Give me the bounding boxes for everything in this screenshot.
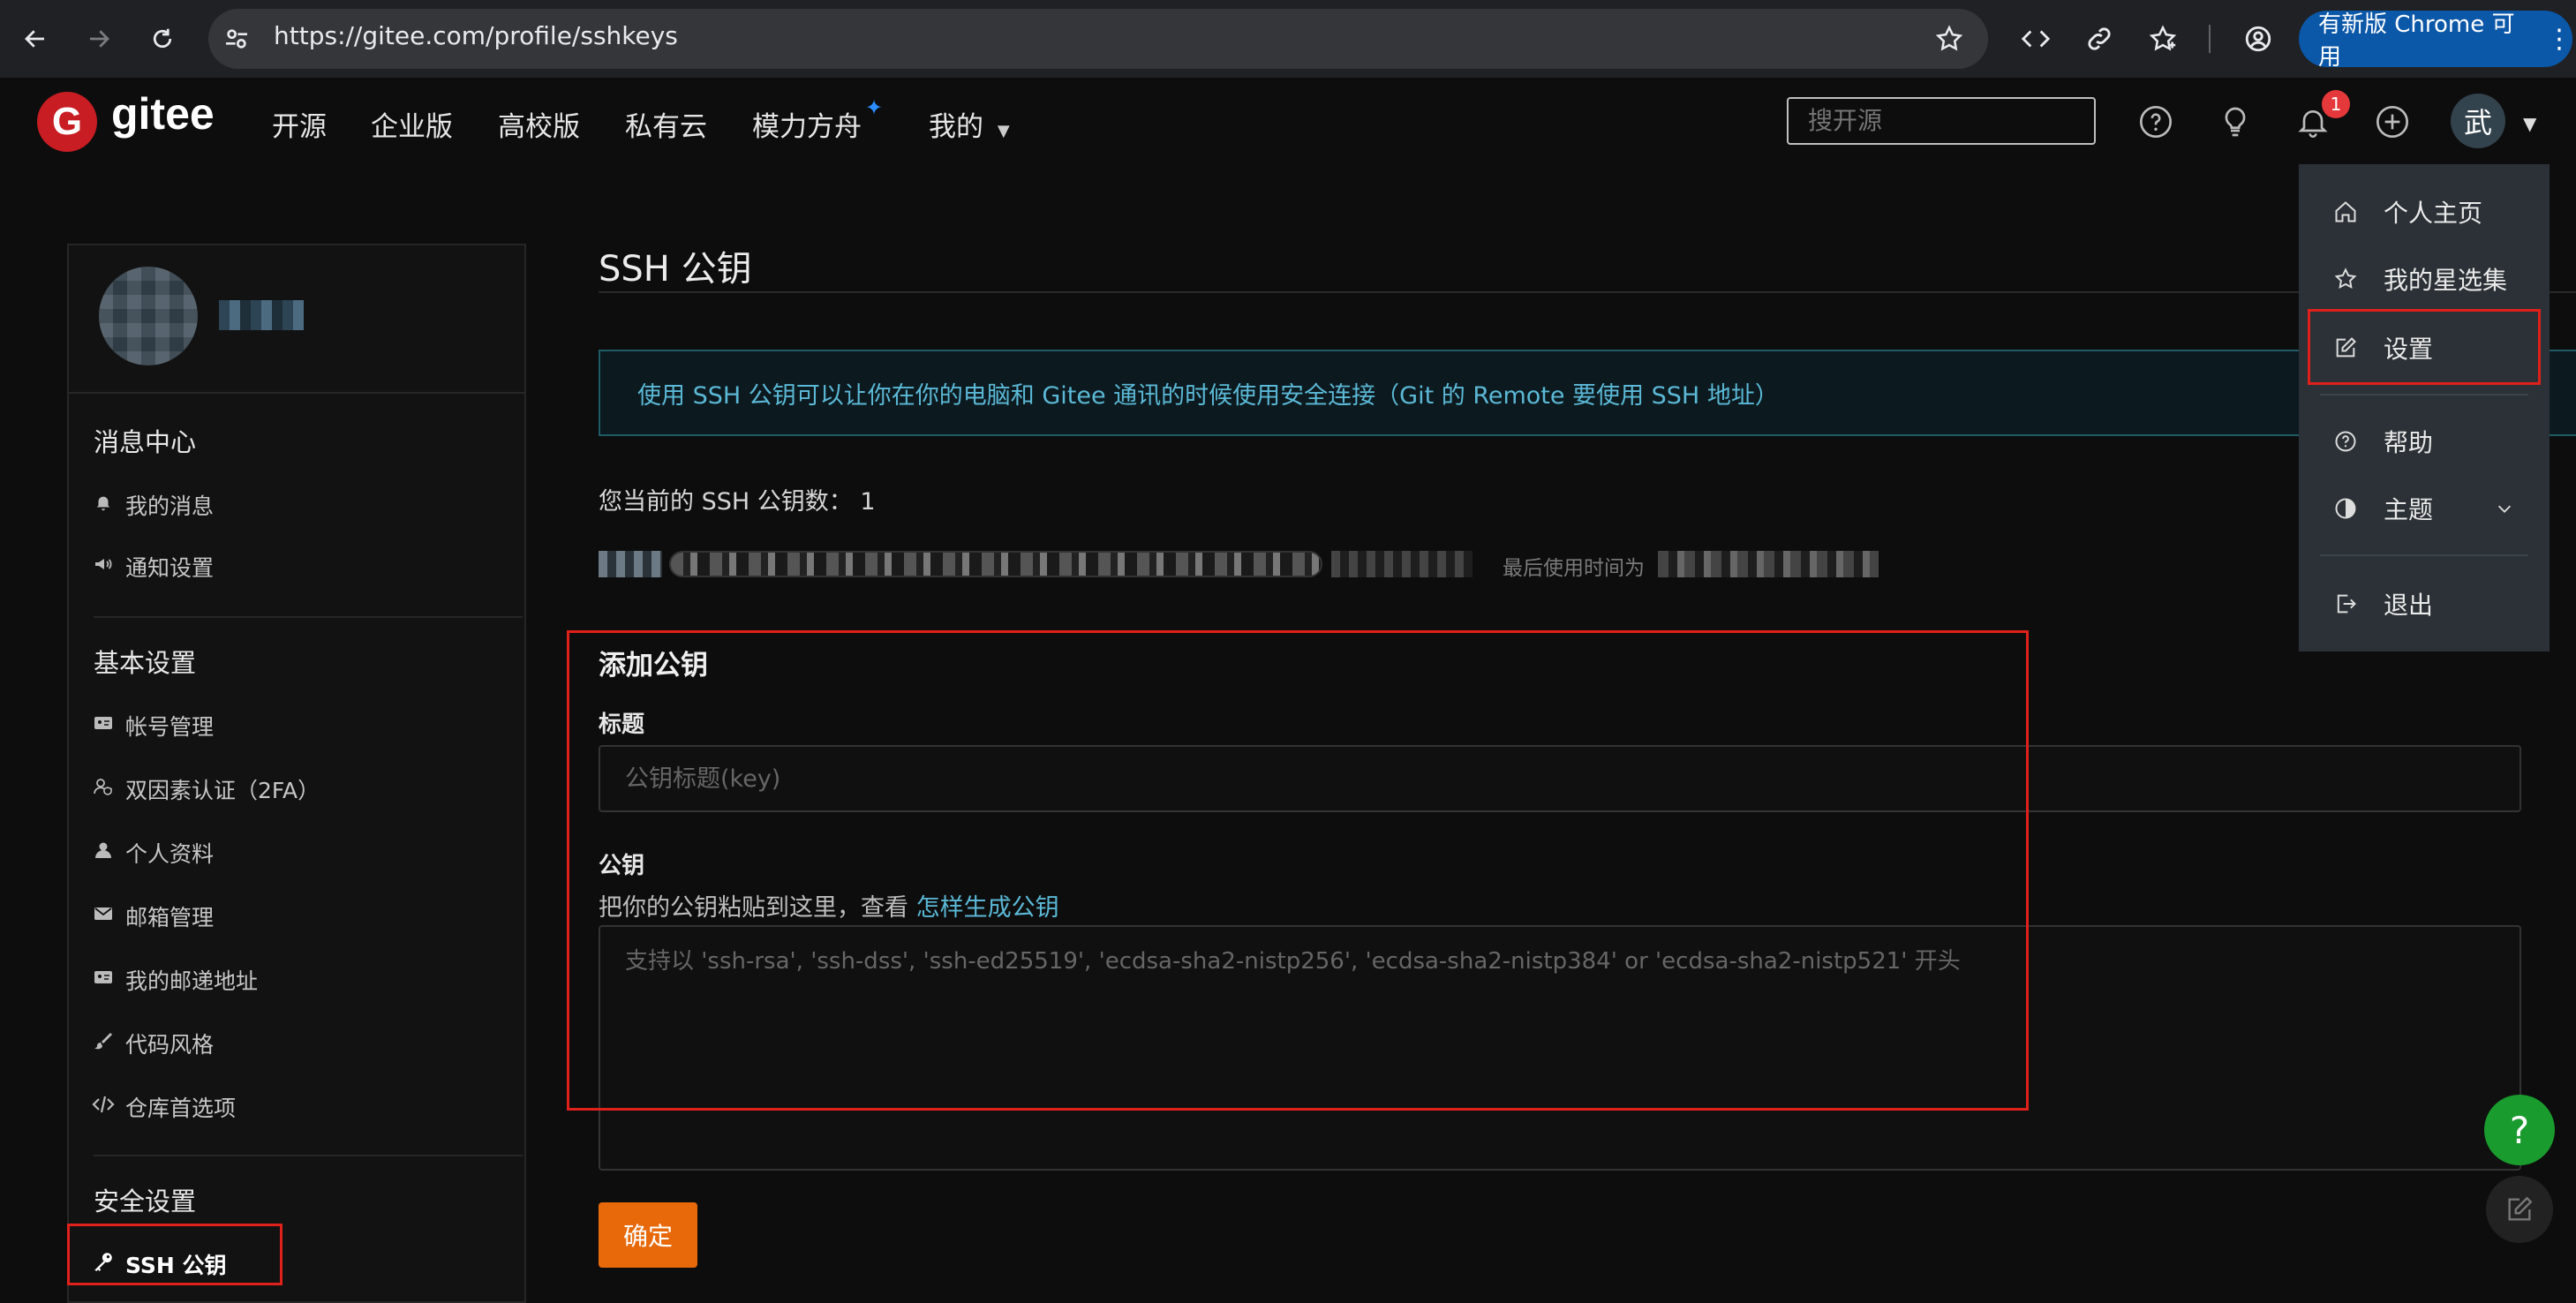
menu-item-stars[interactable]: 我的星选集 [2299, 251, 2550, 307]
chrome-update-label: 有新版 Chrome 可用 [2318, 11, 2515, 71]
envelope-icon [92, 902, 115, 925]
star-icon [2332, 266, 2359, 292]
site-settings-icon[interactable] [222, 25, 251, 53]
menu-divider [2320, 394, 2528, 395]
sidebar-username[interactable] [219, 300, 304, 330]
forward-icon[interactable] [74, 14, 124, 64]
sidebar-item-my-messages[interactable]: 我的消息 [125, 489, 214, 521]
sidebar-group-basic: 基本设置 [94, 648, 197, 678]
megaphone-icon [92, 553, 115, 576]
chevron-down-icon [2495, 499, 2514, 518]
sidebar-group-messages: 消息中心 [94, 427, 197, 457]
plus-circle-icon[interactable] [2371, 101, 2414, 143]
lightbulb-icon[interactable] [2214, 101, 2256, 143]
floating-feedback-button[interactable] [2486, 1176, 2553, 1243]
sidebar-avatar[interactable] [99, 267, 198, 365]
avatar-caret-icon[interactable]: ▼ [2523, 113, 2536, 134]
info-banner-text: 使用 SSH 公钥可以让你在你的电脑和 Gitee 通讯的时候使用安全连接（Gi… [637, 381, 1779, 410]
code-icon[interactable] [2015, 18, 2057, 60]
sidebar-divider [94, 1155, 523, 1156]
sidebar-divider [94, 616, 523, 618]
contrast-icon [2332, 495, 2359, 522]
sidebar-item-email[interactable]: 邮箱管理 [125, 900, 214, 932]
sidebar-item-profile[interactable]: 个人资料 [125, 837, 214, 869]
sidebar-item-2fa[interactable]: 双因素认证（2FA） [125, 773, 320, 805]
back-icon[interactable] [11, 14, 60, 64]
code-icon [92, 1093, 115, 1116]
sidebar-item-account[interactable]: 帐号管理 [125, 710, 214, 742]
submit-button[interactable]: 确定 [599, 1202, 697, 1268]
key-count-line: 您当前的 SSH 公钥数： 1 [599, 482, 876, 516]
sidebar-item-repo-prefs[interactable]: 仓库首选项 [125, 1091, 236, 1123]
sidebar-item-code-style[interactable]: 代码风格 [125, 1028, 214, 1059]
menu-item-label: 我的星选集 [2384, 266, 2508, 295]
nav-mine[interactable]: 我的 ▼ [929, 104, 1010, 144]
sidebar-item-notify-settings[interactable]: 通知设置 [125, 551, 214, 583]
highlight-ssh-keys-item [67, 1224, 282, 1285]
address-card-icon [92, 966, 115, 989]
sparkle-icon: ✦ [865, 95, 884, 120]
home-icon [2332, 199, 2359, 225]
help-circle-icon[interactable] [2135, 101, 2177, 143]
user-avatar[interactable]: 武 [2451, 94, 2505, 148]
floating-help-button[interactable]: ? [2484, 1095, 2555, 1165]
menu-item-label: 帮助 [2384, 428, 2434, 457]
page-title: SSH 公钥 [599, 249, 752, 290]
key-time-redacted [1331, 551, 1473, 577]
menu-item-label: 个人主页 [2384, 199, 2483, 228]
nav-enterprise[interactable]: 企业版 [371, 104, 453, 144]
notification-badge: 1 [2322, 90, 2350, 118]
profile-icon[interactable] [2237, 18, 2279, 60]
info-banner: 使用 SSH 公钥可以让你在你的电脑和 Gitee 通讯的时候使用安全连接（Gi… [599, 350, 2576, 436]
nav-education[interactable]: 高校版 [498, 104, 580, 144]
brush-icon [92, 1029, 115, 1052]
menu-item-label: 主题 [2384, 495, 2434, 524]
id-card-icon [92, 712, 115, 734]
bookmark-star-icon[interactable] [1928, 18, 1970, 60]
sidebar-group-security: 安全设置 [94, 1186, 197, 1216]
nav-private-cloud[interactable]: 私有云 [625, 104, 707, 144]
key-count-value: 1 [860, 488, 876, 516]
gitee-logo-text[interactable]: gitee [111, 88, 215, 139]
bell-icon [92, 491, 115, 514]
user-icon [92, 839, 115, 862]
key-last-used-redacted [1658, 551, 1879, 577]
chrome-update-button[interactable]: 有新版 Chrome 可用 ⋮ [2299, 11, 2572, 71]
menu-item-homepage[interactable]: 个人主页 [2299, 184, 2550, 240]
search-input[interactable] [1787, 97, 2096, 145]
user-shield-icon [92, 775, 115, 798]
menu-item-logout[interactable]: 退出 [2299, 576, 2550, 632]
highlight-add-key-form [567, 630, 2029, 1111]
key-fingerprint-redacted [669, 551, 1322, 577]
reload-icon[interactable] [138, 14, 187, 64]
nav-open-source[interactable]: 开源 [272, 104, 327, 144]
key-count-label: 您当前的 SSH 公钥数： [599, 488, 853, 516]
ssh-key-row[interactable]: 最后使用时间为 [599, 551, 1879, 580]
bookmarks-icon[interactable] [2142, 18, 2184, 60]
help-icon [2332, 428, 2359, 455]
edit-icon [2504, 1194, 2535, 1224]
link-icon[interactable] [2078, 18, 2120, 60]
key-last-used-label: 最后使用时间为 [1503, 557, 1645, 580]
more-vert-icon: ⋮ [2546, 23, 2572, 55]
menu-item-help[interactable]: 帮助 [2299, 413, 2550, 470]
menu-item-theme[interactable]: 主题 [2299, 480, 2550, 537]
highlight-settings-item [2308, 309, 2541, 385]
gitee-logo-icon[interactable]: G [37, 92, 97, 152]
menu-item-label: 退出 [2384, 591, 2434, 620]
title-divider [599, 291, 2576, 293]
logout-icon [2332, 591, 2359, 617]
caret-down-icon: ▼ [997, 122, 1010, 140]
sidebar-item-postal[interactable]: 我的邮递地址 [125, 964, 258, 996]
menu-divider [2320, 554, 2528, 556]
nav-mine-label: 我的 [929, 111, 983, 143]
nav-moli[interactable]: 模力方舟 [752, 104, 862, 144]
toolbar-separator [2209, 25, 2211, 53]
key-icon-redacted [599, 551, 662, 577]
url-text[interactable]: https://gitee.com/profile/sshkeys [274, 21, 678, 50]
